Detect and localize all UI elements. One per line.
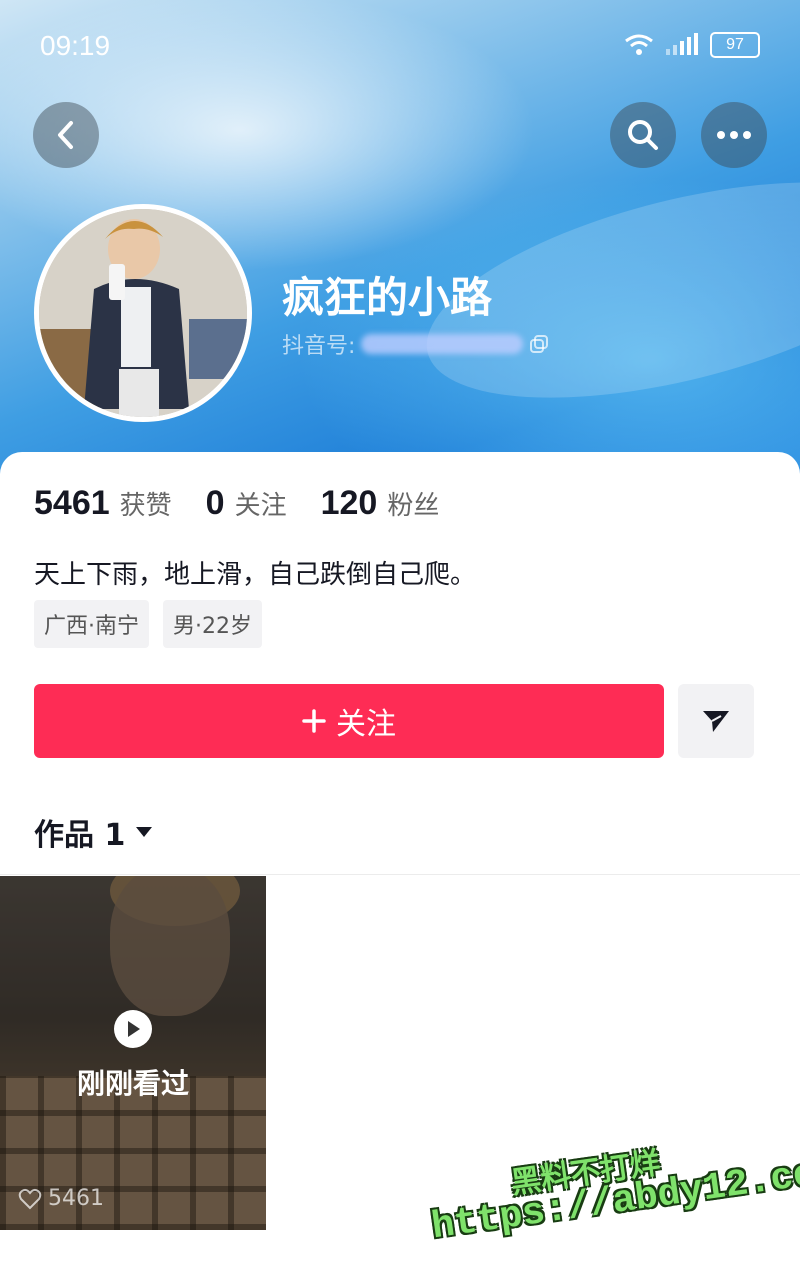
follow-button[interactable]: 关注: [34, 684, 664, 758]
video-likes-count: 5461: [48, 1186, 104, 1211]
signal-icon: [666, 33, 698, 55]
search-button[interactable]: [610, 102, 676, 168]
video-thumbnail[interactable]: [0, 876, 266, 1230]
tab-works[interactable]: 作品 1: [34, 810, 153, 854]
douyin-id-row: 抖音号:: [282, 328, 549, 360]
caret-down-icon: [136, 827, 153, 837]
recently-watched-label: 刚刚看过: [76, 1067, 189, 1100]
battery-level: 97: [726, 36, 744, 53]
tab-works-label: 作品 1: [34, 818, 126, 853]
battery-indicator: 97: [710, 32, 760, 58]
gender-age-tag: 男·22岁: [163, 600, 262, 648]
video-likes: 5461: [18, 1186, 104, 1211]
more-button[interactable]: [701, 102, 767, 168]
thumbnail-overlay: [0, 876, 266, 1230]
followers-label[interactable]: 粉丝: [387, 485, 439, 522]
following-label[interactable]: 关注: [235, 485, 287, 522]
location-tag: 广西·南宁: [34, 600, 149, 648]
copy-icon[interactable]: [529, 334, 549, 354]
wifi-icon: [625, 34, 653, 55]
status-time: 09:19: [40, 30, 111, 61]
status-bar: 09:19 97: [0, 0, 800, 90]
douyin-id-label: 抖音号:: [282, 334, 356, 359]
play-button[interactable]: [114, 1010, 152, 1048]
more-dots-icon: [717, 131, 751, 139]
likes-label: 获赞: [119, 491, 172, 521]
follow-button-label: 关注: [336, 707, 396, 742]
search-icon: [628, 120, 658, 150]
share-button[interactable]: [678, 684, 754, 758]
profile-stats: 5461 获赞 0 关注 120 粉丝: [34, 484, 473, 523]
douyin-id-redacted: [361, 334, 524, 354]
send-arrow-icon: [703, 711, 729, 732]
avatar-photo: [39, 209, 247, 417]
following-count[interactable]: 0: [206, 484, 225, 523]
profile-tags: 广西·南宁 男·22岁: [34, 600, 262, 648]
chevron-left-icon: [58, 121, 73, 149]
avatar[interactable]: [34, 204, 252, 422]
profile-bio: 天上下雨，地上滑，自己跌倒自己爬。: [34, 560, 477, 590]
likes-count: 5461: [34, 484, 110, 522]
profile-name: 疯狂的小路: [282, 273, 493, 322]
plus-icon: [302, 709, 326, 733]
followers-count[interactable]: 120: [321, 484, 378, 523]
divider: [0, 874, 800, 875]
back-button[interactable]: [33, 102, 99, 168]
heart-icon: [18, 1188, 42, 1209]
play-icon: [128, 1021, 140, 1037]
